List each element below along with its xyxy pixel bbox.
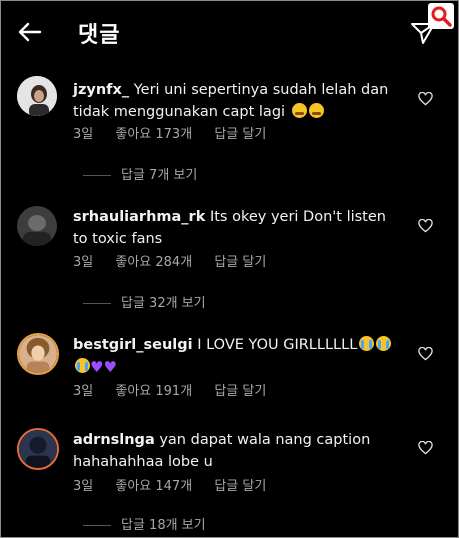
emoji-crying-icon xyxy=(75,358,90,373)
view-replies-label: 답글 32개 보기 xyxy=(121,296,206,311)
avatar-image xyxy=(17,206,57,246)
back-arrow-icon[interactable] xyxy=(16,18,44,46)
comment-username[interactable]: adrnslnga xyxy=(73,432,155,448)
view-replies-button[interactable]: 답글 32개 보기 xyxy=(83,292,206,311)
reply-button[interactable]: 답글 달기 xyxy=(214,384,266,399)
comment-time: 3일 xyxy=(73,479,94,494)
comment-username[interactable]: srhauliarhma_rk xyxy=(73,209,205,225)
comment-time: 3일 xyxy=(73,384,94,399)
heart-icon[interactable] xyxy=(418,219,433,233)
heart-icon[interactable] xyxy=(418,441,433,455)
comment-meta: 3일 좋아요 147개 답글 달기 xyxy=(73,475,284,494)
replies-divider xyxy=(83,175,111,176)
comment-text: srhauliarhma_rk Its okey yeri Don't list… xyxy=(73,206,393,250)
heart-icon[interactable] xyxy=(418,347,433,361)
reply-button[interactable]: 답글 달기 xyxy=(214,479,266,494)
comment-text: adrnslnga yan dapat wala nang caption ha… xyxy=(73,429,393,473)
view-replies-label: 답글 7개 보기 xyxy=(121,168,198,183)
comment-time: 3일 xyxy=(73,255,94,270)
avatar-image xyxy=(17,76,57,116)
comment-meta: 3일 좋아요 284개 답글 달기 xyxy=(73,251,284,270)
avatar[interactable] xyxy=(17,76,57,116)
page-title: 댓글 xyxy=(78,23,121,48)
search-badge[interactable] xyxy=(428,3,454,29)
reply-button[interactable]: 답글 달기 xyxy=(214,255,266,270)
emoji-crying-icon xyxy=(359,336,375,351)
view-replies-label: 답글 18개 보기 xyxy=(121,518,206,533)
emoji-weary-icon xyxy=(308,103,324,118)
reply-button[interactable]: 답글 달기 xyxy=(214,127,266,142)
avatar-image xyxy=(19,430,57,468)
comment-likes[interactable]: 좋아요 191개 xyxy=(115,384,192,399)
avatar-image xyxy=(19,335,57,373)
view-replies-button[interactable]: 답글 7개 보기 xyxy=(83,164,197,183)
comment-likes[interactable]: 좋아요 173개 xyxy=(115,127,192,142)
search-icon xyxy=(431,6,452,27)
heart-icon[interactable] xyxy=(418,92,433,106)
avatar[interactable] xyxy=(17,333,59,375)
comment-meta: 3일 좋아요 191개 답글 달기 xyxy=(73,380,284,399)
replies-divider xyxy=(83,525,111,526)
comment-text: bestgirl_seulgi I LOVE YOU GIRLLLLLL ♥♥ xyxy=(73,334,393,378)
view-replies-button[interactable]: 답글 18개 보기 xyxy=(83,514,206,533)
emoji-crying-icon xyxy=(376,336,392,351)
comment-body: I LOVE YOU GIRLLLLLL xyxy=(197,337,358,353)
comment-meta: 3일 좋아요 173개 답글 달기 xyxy=(73,123,284,142)
comment-likes[interactable]: 좋아요 284개 xyxy=(115,255,192,270)
purple-heart-icon: ♥ xyxy=(90,358,104,376)
replies-divider xyxy=(83,303,111,304)
comment-time: 3일 xyxy=(73,127,94,142)
avatar[interactable] xyxy=(17,428,59,470)
comment-likes[interactable]: 좋아요 147개 xyxy=(115,479,192,494)
emoji-grimace-icon xyxy=(291,103,307,118)
comment-text: jzynfx_ Yeri uni sepertinya sudah lelah … xyxy=(73,79,393,123)
comment-username[interactable]: bestgirl_seulgi xyxy=(73,337,193,353)
purple-heart-icon: ♥ xyxy=(103,358,117,376)
avatar[interactable] xyxy=(17,206,57,246)
comment-username[interactable]: jzynfx_ xyxy=(73,82,129,98)
header: 댓글 xyxy=(0,0,459,64)
